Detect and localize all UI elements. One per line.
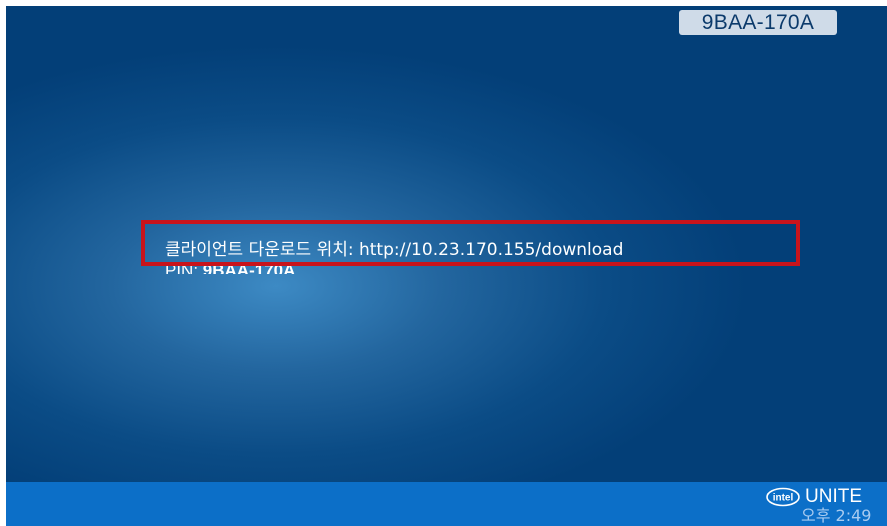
brand: intel UNITE [766,486,862,508]
brand-text: UNITE [805,486,862,507]
presentation-area: 9BAA-170A 클라이언트 다운로드 위치: http://10.23.17… [6,6,887,482]
bottom-bar: intel UNITE 오후 2:49 [6,482,887,526]
highlight-annotation-box [141,220,800,266]
intel-logo-icon: intel [766,487,800,507]
svg-text:intel: intel [773,493,794,504]
clock: 오후 2:49 [801,506,872,525]
unite-screen: 9BAA-170A 클라이언트 다운로드 위치: http://10.23.17… [6,6,887,526]
pin-badge: 9BAA-170A [679,10,837,35]
